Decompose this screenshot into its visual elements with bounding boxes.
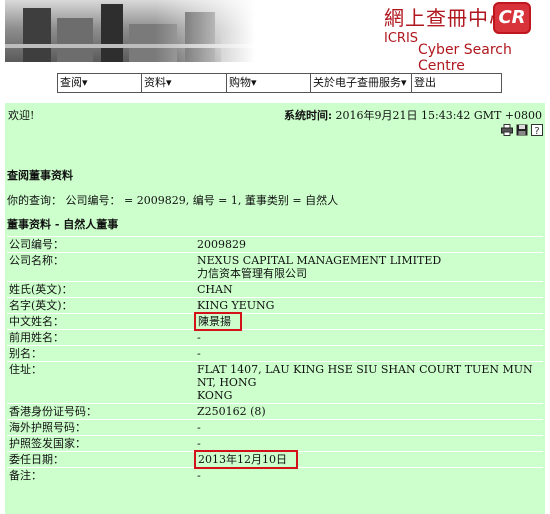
row-value: Z250162 (8): [195, 403, 543, 420]
table-row: 住址： FLAT 1407, LAU KING HSE SIU SHAN COU…: [7, 361, 543, 404]
brand-cyber-search-centre: Cyber Search Centre: [418, 42, 512, 74]
table-row: 姓氏(英文)： CHAN: [7, 281, 543, 298]
printer-icon[interactable]: [501, 124, 513, 136]
row-value: KING YEUNG: [195, 297, 543, 314]
table-row: 香港身份证号码： Z250162 (8): [7, 403, 543, 420]
row-label: 公司编号：: [7, 236, 195, 253]
row-label: 姓氏(英文)：: [7, 281, 195, 298]
toolbar-icons: ?: [501, 124, 543, 136]
row-label: 名字(英文)：: [7, 297, 195, 314]
company-name-en: NEXUS CAPITAL MANAGEMENT LIMITED: [197, 254, 442, 267]
table-row: 备注： -: [7, 467, 543, 483]
system-time-value: 2016年9月21日 15:43:42 GMT +0800: [335, 109, 542, 122]
nav-item-search[interactable]: 查阅▾: [58, 74, 142, 92]
table-row: 公司编号： 2009829: [7, 236, 543, 253]
row-label: 别名：: [7, 345, 195, 362]
table-row: 名字(英文)： KING YEUNG: [7, 297, 543, 314]
director-heading: 董事资料 - 自然人董事: [7, 218, 119, 231]
row-label: 海外护照号码：: [7, 419, 195, 436]
row-value: 2013年12月10日: [194, 450, 543, 469]
nav-item-shopping[interactable]: 购物▾: [227, 74, 311, 92]
row-label: 委任日期：: [7, 451, 195, 468]
row-label: 公司名称：: [7, 252, 195, 282]
row-label: 香港身份证号码：: [7, 403, 195, 420]
help-icon[interactable]: ?: [531, 124, 543, 136]
director-details-table: 公司编号： 2009829 公司名称： NEXUS CAPITAL MANAGE…: [7, 236, 543, 483]
row-value: 陳景揚: [194, 312, 543, 331]
address-line-1: FLAT 1407, LAU KING HSE SIU SHAN COURT T…: [197, 363, 533, 389]
row-label: 前用姓名：: [7, 329, 195, 346]
brand-icris: ICRIS: [384, 31, 419, 46]
brand-chinese-title: 網上查冊中心: [384, 6, 510, 30]
row-label: 备注：: [7, 467, 195, 483]
row-value: 2009829: [195, 236, 543, 253]
header-banner: 網上查冊中心 CR ICRIS Cyber Search Centre: [0, 0, 550, 74]
header-photo: [5, 0, 255, 62]
row-value: CHAN: [195, 281, 543, 298]
nav-item-about-service[interactable]: 关於电子查冊服务▾: [311, 74, 412, 92]
main-nav: 查阅▾ 资料▾ 购物▾ 关於电子查冊服务▾ 登出: [57, 73, 502, 93]
system-time-label: 系统时间:: [283, 109, 333, 122]
row-label: 护照签发国家：: [7, 435, 195, 452]
table-row: 别名： -: [7, 345, 543, 362]
nav-item-logout[interactable]: 登出: [412, 74, 499, 92]
address-line-2: KONG: [197, 389, 233, 402]
row-value: -: [195, 467, 543, 483]
table-row: 前用姓名： -: [7, 329, 543, 346]
company-name-zh: 力信资本管理有限公司: [197, 267, 307, 280]
system-time: 系统时间: 2016年9月21日 15:43:42 GMT +0800: [284, 107, 542, 123]
table-row: 海外护照号码： -: [7, 419, 543, 436]
table-row: 公司名称： NEXUS CAPITAL MANAGEMENT LIMITED 力…: [7, 252, 543, 282]
query-summary: 你的查询： 公司编号： = 2009829, 编号 = 1, 董事类别 = 自然…: [7, 194, 339, 207]
row-value: NEXUS CAPITAL MANAGEMENT LIMITED 力信资本管理有…: [195, 252, 543, 282]
row-value: -: [195, 419, 543, 436]
table-row: 中文姓名： 陳景揚: [7, 312, 543, 331]
row-value: -: [195, 329, 543, 346]
highlighted-chinese-name: 陳景揚: [194, 312, 242, 331]
row-value: FLAT 1407, LAU KING HSE SIU SHAN COURT T…: [195, 361, 543, 404]
save-icon[interactable]: [516, 124, 528, 136]
cr-logo-icon: CR: [493, 2, 531, 34]
row-label: 住址：: [7, 361, 195, 404]
highlighted-appointment-date: 2013年12月10日: [194, 450, 298, 469]
welcome-text: 欢迎!: [8, 109, 35, 122]
main-content: 欢迎! 系统时间: 2016年9月21日 15:43:42 GMT +0800 …: [5, 103, 545, 514]
row-value: -: [195, 345, 543, 362]
query-heading: 查阅董事资料: [7, 169, 73, 182]
row-label: 中文姓名：: [7, 313, 195, 330]
table-row: 委任日期： 2013年12月10日: [7, 450, 543, 469]
svg-text:?: ?: [534, 126, 539, 136]
nav-item-data[interactable]: 资料▾: [142, 74, 227, 92]
